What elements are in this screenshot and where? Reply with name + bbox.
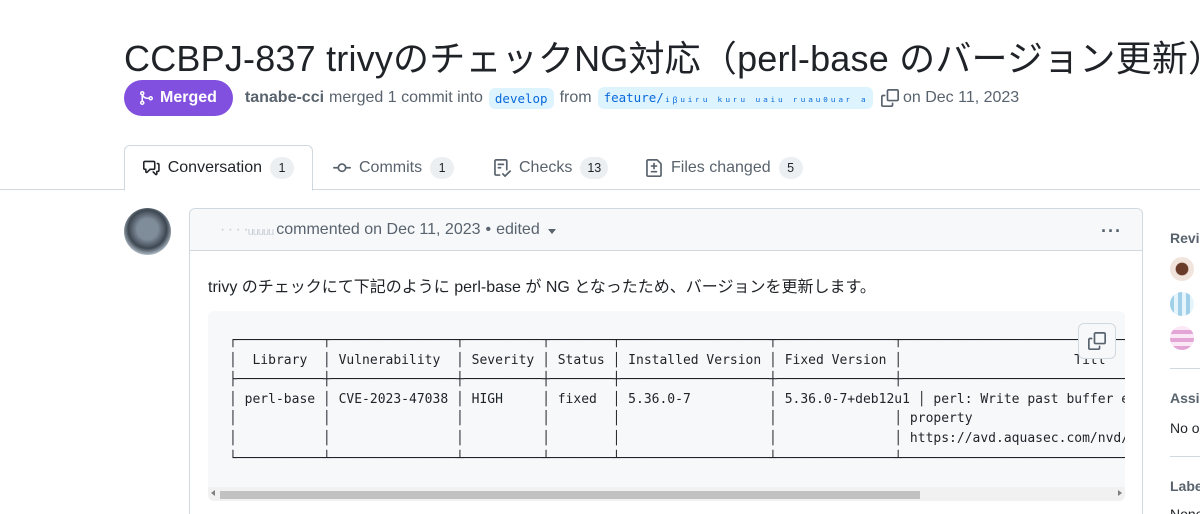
git-merge-icon xyxy=(140,91,154,105)
comment-timestamp[interactable]: commented on Dec 11, 2023 xyxy=(276,221,480,239)
sidebar-divider xyxy=(1170,368,1200,369)
from-text: from xyxy=(559,89,592,106)
copy-branch-icon[interactable] xyxy=(880,89,899,107)
base-branch-label[interactable]: develop xyxy=(488,87,554,109)
head-branch-name-redacted: ᵢᵦᵤᵢᵣᵤ ₖᵤᵣᵤ ᵤₐᵢᵤ ᵣᵤₐᵤ₀ᵤₐᵣ ₐ xyxy=(663,90,867,105)
tab-files-changed[interactable]: Files changed 5 xyxy=(627,145,821,190)
checklist-icon xyxy=(494,158,511,177)
reviewer-avatar-3[interactable] xyxy=(1170,326,1194,350)
pr-title: CCBPJ-837 trivyのチェックNG対応（perl-base のバージョ… xyxy=(124,38,1200,79)
pr-tab-bar: Conversation 1 Commits 1 Checks 13 Files… xyxy=(0,145,1200,191)
tab-conversation-count: 1 xyxy=(270,157,294,179)
comment-box: · · · ·ᵤᵤᵤᵤᵤ commented on Dec 11, 2023 •… xyxy=(189,208,1143,514)
trivy-output-table: ┌───────────┬────────────────┬──────────… xyxy=(229,333,1125,466)
tab-conversation[interactable]: Conversation 1 xyxy=(124,145,313,191)
sidebar-divider xyxy=(1170,456,1200,457)
tab-checks[interactable]: Checks 13 xyxy=(475,145,626,190)
reviewers-heading[interactable]: Revie xyxy=(1170,230,1200,246)
git-commit-icon xyxy=(333,162,351,172)
scrollbar-thumb[interactable] xyxy=(220,491,920,499)
kebab-horizontal-icon[interactable]: ··· xyxy=(1101,221,1122,242)
tab-conversation-label: Conversation xyxy=(167,159,262,176)
tab-commits-label: Commits xyxy=(359,158,423,176)
tab-files-changed-label: Files changed xyxy=(671,158,771,176)
header-separator: • xyxy=(485,220,492,238)
code-block: ┌───────────┬────────────────┬──────────… xyxy=(208,311,1125,501)
tab-checks-label: Checks xyxy=(519,158,573,176)
code-horizontal-scrollbar[interactable] xyxy=(208,487,1125,501)
scroll-left-arrow-icon[interactable] xyxy=(211,490,215,496)
merged-status-label: Merged xyxy=(160,89,217,106)
comment-body-text: trivy のチェックにて下記のように perl-base が NG となったた… xyxy=(208,279,876,296)
head-branch-name: feature/ xyxy=(603,90,664,105)
commenter-name-redacted[interactable]: · · · ·ᵤᵤᵤᵤᵤ xyxy=(220,221,274,239)
merged-status-badge: Merged xyxy=(124,80,233,116)
labels-value: None xyxy=(1170,506,1200,514)
edited-dropdown[interactable]: edited xyxy=(496,221,556,239)
pr-sidebar: Revie Assig No o Labe None xyxy=(1170,208,1200,514)
edited-label: edited xyxy=(496,220,540,238)
tab-commits-count: 1 xyxy=(430,156,455,179)
copy-code-button[interactable] xyxy=(1078,323,1116,359)
file-diff-icon xyxy=(646,158,662,177)
pr-meta-row: Merged tanabe-cci merged 1 commit into d… xyxy=(124,80,1019,116)
pr-author-link[interactable]: tanabe-cci xyxy=(245,89,324,107)
labels-heading[interactable]: Labe xyxy=(1170,478,1200,494)
head-branch-label[interactable]: feature/ᵢᵦᵤᵢᵣᵤ ₖᵤᵣᵤ ᵤₐᵢᵤ ᵣᵤₐᵤ₀ᵤₐᵣ ₐ xyxy=(597,87,873,109)
comment-header: · · · ·ᵤᵤᵤᵤᵤ commented on Dec 11, 2023 •… xyxy=(190,209,1142,251)
tab-commits[interactable]: Commits 1 xyxy=(315,145,472,190)
tab-files-changed-count: 5 xyxy=(778,156,803,179)
comment-discussion-icon xyxy=(143,160,160,176)
reviewer-avatar-2[interactable] xyxy=(1170,292,1194,316)
tab-checks-count: 13 xyxy=(580,156,609,179)
caret-down-icon xyxy=(547,228,556,234)
assignees-heading[interactable]: Assig xyxy=(1170,390,1200,406)
scroll-right-arrow-icon[interactable] xyxy=(1118,490,1122,496)
reviewer-avatar-1[interactable] xyxy=(1170,257,1194,281)
copy-icon xyxy=(1088,332,1106,350)
merge-description: merged 1 commit into xyxy=(329,89,483,106)
merge-date: on Dec 11, 2023 xyxy=(902,89,1020,106)
commenter-avatar[interactable] xyxy=(124,208,171,255)
assignees-value: No o xyxy=(1170,420,1200,436)
